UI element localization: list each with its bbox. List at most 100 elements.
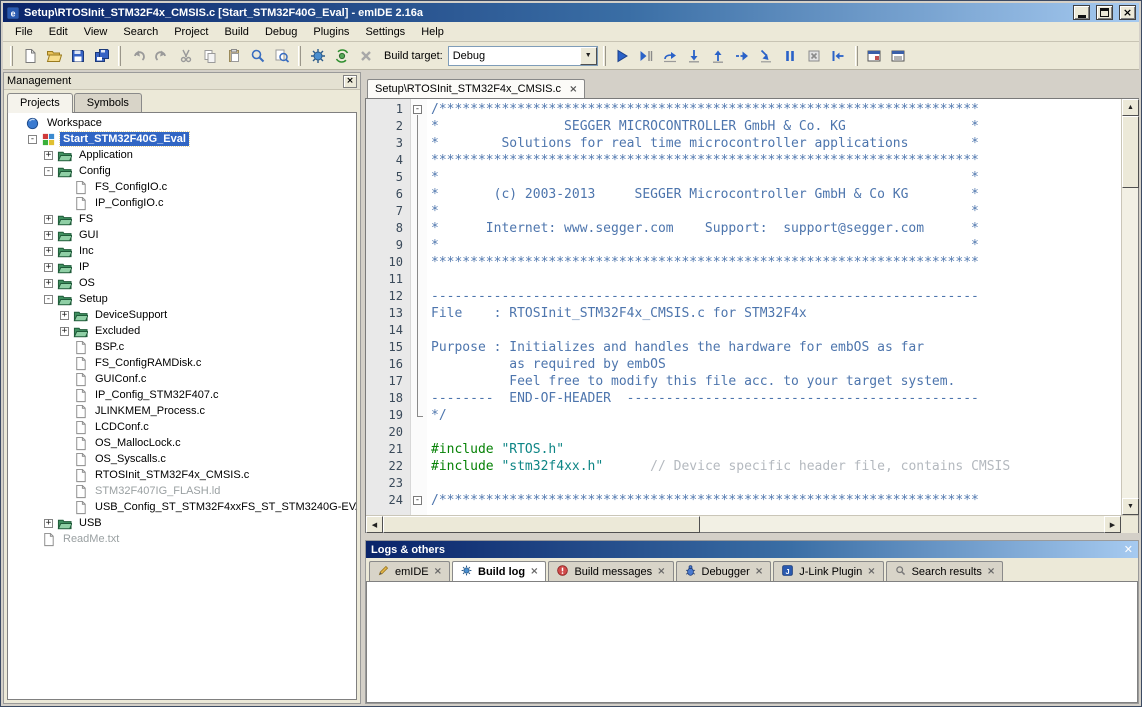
logs-tab-close-icon[interactable]: × bbox=[434, 566, 442, 577]
tree-item[interactable]: ReadMe.txt bbox=[8, 531, 356, 547]
tree-item[interactable]: +Excluded bbox=[8, 323, 356, 339]
logs-close-button[interactable]: ✕ bbox=[1124, 543, 1133, 556]
tree-item[interactable]: USB_Config_ST_STM32F4xxFS_ST_STM3240G-EV… bbox=[8, 499, 356, 515]
tree-item[interactable]: LCDConf.c bbox=[8, 419, 356, 435]
logs-tab-close-icon[interactable]: × bbox=[755, 566, 763, 577]
scroll-right-button[interactable]: ▶ bbox=[1104, 516, 1121, 533]
logs-tab-close-icon[interactable]: × bbox=[657, 566, 665, 577]
collapse-icon[interactable]: - bbox=[44, 295, 53, 304]
new-file-button[interactable] bbox=[18, 45, 41, 67]
tree-item[interactable]: IP_Config_STM32F407.c bbox=[8, 387, 356, 403]
menu-edit[interactable]: Edit bbox=[41, 23, 76, 41]
logs-tab-emide[interactable]: emIDE× bbox=[369, 561, 450, 581]
scroll-up-button[interactable]: ▲ bbox=[1122, 99, 1139, 116]
next-line-button[interactable] bbox=[659, 45, 682, 67]
project-tree[interactable]: Workspace-Start_STM32F40G_Eval+Applicati… bbox=[7, 112, 357, 700]
horizontal-scroll-thumb[interactable] bbox=[383, 516, 700, 533]
logs-tab-j-link-plugin[interactable]: JJ-Link Plugin× bbox=[773, 561, 883, 581]
tree-item[interactable]: +Application bbox=[8, 147, 356, 163]
tree-item[interactable]: BSP.c bbox=[8, 339, 356, 355]
build-target-combobox[interactable]: Debug ▼ bbox=[448, 46, 598, 66]
fold-margin[interactable]: - bbox=[410, 101, 427, 118]
save-all-button[interactable] bbox=[90, 45, 113, 67]
open-file-button[interactable] bbox=[42, 45, 65, 67]
vertical-scroll-thumb[interactable] bbox=[1122, 116, 1139, 188]
step-into-button[interactable] bbox=[683, 45, 706, 67]
interrupt-button[interactable] bbox=[827, 45, 850, 67]
paste-button[interactable] bbox=[222, 45, 245, 67]
break-debugger-button[interactable] bbox=[779, 45, 802, 67]
toolbar-grip[interactable] bbox=[603, 46, 606, 66]
build-target-dropdown-button[interactable]: ▼ bbox=[580, 47, 597, 65]
expand-icon[interactable]: + bbox=[60, 327, 69, 336]
menu-help[interactable]: Help bbox=[413, 23, 452, 41]
build-button[interactable] bbox=[306, 45, 329, 67]
tree-item[interactable]: +DeviceSupport bbox=[8, 307, 356, 323]
editor-tab[interactable]: Setup\RTOSInit_STM32F4x_CMSIS.c × bbox=[367, 79, 585, 98]
fold-toggle-icon[interactable]: - bbox=[413, 105, 422, 114]
debugging-windows-button[interactable] bbox=[863, 45, 886, 67]
toolbar-grip[interactable] bbox=[855, 46, 858, 66]
menu-plugins[interactable]: Plugins bbox=[305, 23, 357, 41]
tree-item[interactable]: GUIConf.c bbox=[8, 371, 356, 387]
editor-horizontal-scrollbar[interactable]: ◀ ▶ bbox=[366, 515, 1138, 532]
tree-item[interactable]: Workspace bbox=[8, 115, 356, 131]
menu-file[interactable]: File bbox=[7, 23, 41, 41]
editor-vertical-scrollbar[interactable]: ▲ ▼ bbox=[1121, 99, 1138, 515]
tree-item[interactable]: JLINKMEM_Process.c bbox=[8, 403, 356, 419]
tree-item[interactable]: -Start_STM32F40G_Eval bbox=[8, 131, 356, 147]
expand-icon[interactable]: + bbox=[44, 215, 53, 224]
tree-item[interactable]: IP_ConfigIO.c bbox=[8, 195, 356, 211]
abort-button[interactable] bbox=[354, 45, 377, 67]
step-out-button[interactable] bbox=[707, 45, 730, 67]
tree-item[interactable]: -Setup bbox=[8, 291, 356, 307]
redo-button[interactable] bbox=[150, 45, 173, 67]
step-into-instruction-button[interactable] bbox=[755, 45, 778, 67]
run-to-cursor-button[interactable] bbox=[635, 45, 658, 67]
expand-icon[interactable]: + bbox=[44, 247, 53, 256]
expand-icon[interactable]: + bbox=[44, 151, 53, 160]
logs-tab-close-icon[interactable]: × bbox=[987, 566, 995, 577]
menu-build[interactable]: Build bbox=[216, 23, 256, 41]
collapse-icon[interactable]: - bbox=[44, 167, 53, 176]
maximize-button[interactable] bbox=[1096, 5, 1113, 20]
vertical-scroll-track[interactable] bbox=[1122, 116, 1138, 498]
scroll-down-button[interactable]: ▼ bbox=[1122, 498, 1139, 515]
logs-tab-search-results[interactable]: Search results× bbox=[886, 561, 1004, 581]
expand-icon[interactable]: + bbox=[60, 311, 69, 320]
expand-icon[interactable]: + bbox=[44, 231, 53, 240]
tree-item[interactable]: OS_Syscalls.c bbox=[8, 451, 356, 467]
toolbar-grip[interactable] bbox=[298, 46, 301, 66]
menu-view[interactable]: View bbox=[76, 23, 116, 41]
minimize-button[interactable] bbox=[1073, 5, 1090, 20]
fold-margin[interactable]: - bbox=[410, 492, 427, 509]
tree-item[interactable]: FS_ConfigRAMDisk.c bbox=[8, 355, 356, 371]
tab-projects[interactable]: Projects bbox=[7, 93, 73, 113]
menu-debug[interactable]: Debug bbox=[257, 23, 305, 41]
tree-item[interactable]: RTOSInit_STM32F4x_CMSIS.c bbox=[8, 467, 356, 483]
collapse-icon[interactable]: - bbox=[28, 135, 37, 144]
logs-tab-debugger[interactable]: Debugger× bbox=[676, 561, 772, 581]
tab-symbols[interactable]: Symbols bbox=[74, 93, 142, 112]
toolbar-grip[interactable] bbox=[10, 46, 13, 66]
find-button[interactable] bbox=[246, 45, 269, 67]
logs-tab-close-icon[interactable]: × bbox=[867, 566, 875, 577]
tree-item[interactable]: FS_ConfigIO.c bbox=[8, 179, 356, 195]
menu-settings[interactable]: Settings bbox=[357, 23, 413, 41]
tree-item[interactable]: +GUI bbox=[8, 227, 356, 243]
fold-toggle-icon[interactable]: - bbox=[413, 496, 422, 505]
next-instruction-button[interactable] bbox=[731, 45, 754, 67]
logs-tab-build-log[interactable]: Build log× bbox=[452, 561, 546, 581]
logs-tab-build-messages[interactable]: Build messages× bbox=[548, 561, 673, 581]
tree-item[interactable]: +FS bbox=[8, 211, 356, 227]
logs-tab-close-icon[interactable]: × bbox=[530, 566, 538, 577]
save-button[interactable] bbox=[66, 45, 89, 67]
cut-button[interactable] bbox=[174, 45, 197, 67]
tree-item[interactable]: STM32F407IG_FLASH.ld bbox=[8, 483, 356, 499]
copy-button[interactable] bbox=[198, 45, 221, 67]
tree-item[interactable]: -Config bbox=[8, 163, 356, 179]
scroll-left-button[interactable]: ◀ bbox=[366, 516, 383, 533]
undo-button[interactable] bbox=[126, 45, 149, 67]
close-button[interactable]: × bbox=[1119, 5, 1136, 20]
tree-item[interactable]: +IP bbox=[8, 259, 356, 275]
